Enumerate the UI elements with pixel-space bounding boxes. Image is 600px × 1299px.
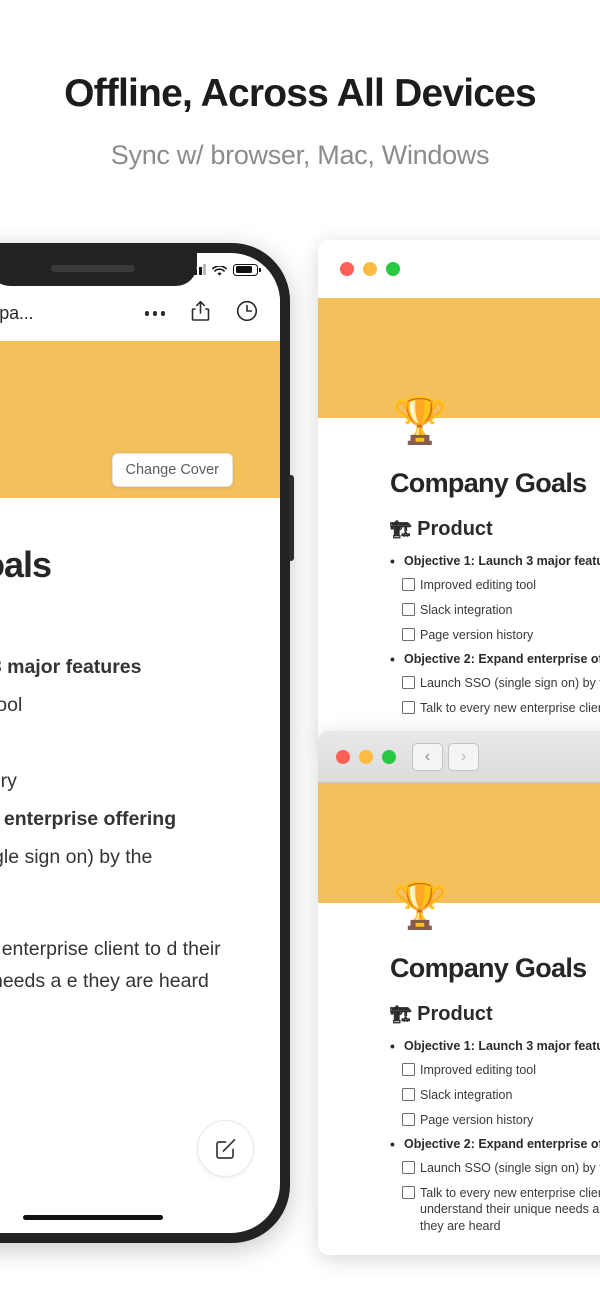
- mac-doc-title: Company Goals: [390, 468, 587, 498]
- mac-document: Company Goals 🏗 Product Objective 1: Lau…: [318, 903, 600, 1235]
- list-item[interactable]: e year: [0, 876, 258, 914]
- checkbox-item[interactable]: Page version history: [402, 1112, 600, 1129]
- list-item[interactable]: ion history: [0, 762, 258, 800]
- mac-doc-list: Objective 1: Launch 3 major features Imp…: [390, 553, 600, 717]
- construction-icon: 🏗: [390, 1005, 412, 1024]
- hero-section: Offline, Across All Devices Sync w/ brow…: [0, 0, 600, 171]
- back-button[interactable]: ‹: [412, 742, 443, 771]
- mac-doc-section: 🏗 Product: [390, 1003, 600, 1026]
- minimize-button[interactable]: [363, 262, 377, 276]
- ellipsis-icon[interactable]: [144, 311, 165, 316]
- list-item[interactable]: Expand enterprise offering: [0, 800, 258, 838]
- page-title: Offline, Across All Devices: [64, 72, 537, 115]
- clock-icon[interactable]: [236, 300, 258, 327]
- checkbox-item[interactable]: Launch SSO (single sign on) by the end o…: [402, 1160, 600, 1177]
- trophy-icon: 🏆: [392, 395, 449, 446]
- mac-doc-title: Company Goals: [390, 953, 587, 983]
- phone-page-title: Compa...: [0, 303, 34, 323]
- list-item[interactable]: editing tool: [0, 686, 258, 724]
- mac-document: Company Goals 🏗 Product Objective 1: Lau…: [318, 418, 600, 716]
- page-subtitle: Sync w/ browser, Mac, Windows: [110, 139, 490, 170]
- checkbox-item[interactable]: Talk to every new enterprise client to u…: [402, 1185, 600, 1236]
- list-item[interactable]: Objective 1: Launch 3 major features: [390, 553, 600, 569]
- mac-window-back: 🏆 Company Goals 🏗 Product Objective 1: L…: [318, 240, 600, 740]
- wifi-icon: [212, 264, 227, 276]
- mac-doc-section: 🏗 Product: [390, 518, 600, 541]
- traffic-lights: [336, 749, 396, 764]
- promo-page: Offline, Across All Devices Sync w/ brow…: [0, 0, 600, 1299]
- traffic-lights: [340, 262, 400, 276]
- close-button[interactable]: [336, 749, 350, 764]
- maximize-button[interactable]: [382, 749, 396, 764]
- phone-power-button[interactable]: [289, 475, 294, 561]
- mac-title-bar: [318, 240, 600, 298]
- mac-section-label: Product: [417, 518, 493, 540]
- list-item[interactable]: Objective 2: Expand enterprise offering: [390, 651, 600, 667]
- list-item[interactable]: Objective 1: Launch 3 major features: [390, 1038, 600, 1054]
- change-cover-button[interactable]: Change Cover: [111, 453, 233, 487]
- phone-notch: [0, 253, 197, 286]
- phone-screen: 🏆 Compa...: [0, 253, 280, 1233]
- list-item[interactable]: Objective 2: Expand enterprise offering: [390, 1136, 600, 1152]
- maximize-button[interactable]: [386, 262, 400, 276]
- checkbox-item[interactable]: Slack integration: [402, 602, 600, 619]
- forward-button[interactable]: ›: [448, 742, 479, 771]
- notch-speaker: [51, 265, 135, 272]
- home-indicator: [23, 1215, 163, 1220]
- battery-icon: [233, 263, 261, 276]
- phone-toolbar-icons: [144, 300, 259, 327]
- close-button[interactable]: [340, 262, 354, 276]
- checkbox-item[interactable]: Improved editing tool: [402, 1062, 600, 1079]
- mac-cover-image: 🏆: [318, 783, 600, 928]
- trophy-icon: 🏆: [392, 880, 449, 931]
- mac-doc-list: Objective 1: Launch 3 major features Imp…: [390, 1038, 600, 1236]
- phone-toolbar: 🏆 Compa...: [0, 286, 280, 341]
- checkbox-item[interactable]: Talk to every new enterprise client to u…: [402, 700, 600, 717]
- list-item[interactable]: ery new enterprise client to d their uni…: [0, 933, 258, 997]
- mac-toolbar: ‹ ›: [318, 731, 600, 783]
- construction-icon: 🏗: [390, 520, 412, 539]
- share-icon[interactable]: [191, 300, 210, 327]
- phone-doc-list: aunch 3 major features editing tool grat…: [0, 648, 258, 997]
- nav-buttons: ‹ ›: [412, 742, 479, 771]
- checkbox-item[interactable]: Launch SSO (single sign on) by the end o…: [402, 675, 600, 692]
- list-item[interactable]: gration: [0, 724, 258, 762]
- checkbox-item[interactable]: Page version history: [402, 627, 600, 644]
- mac-cover-image: 🏆: [318, 298, 600, 443]
- list-item[interactable]: SO (single sign on) by the: [0, 838, 258, 876]
- checkbox-item[interactable]: Improved editing tool: [402, 577, 600, 594]
- list-item[interactable]: aunch 3 major features: [0, 648, 258, 686]
- phone-document: y Goals aunch 3 major features editing t…: [0, 498, 280, 997]
- mac-window-front: ‹ › 🏆 Company Goals 🏗 Product Objective …: [318, 731, 600, 1255]
- phone-mockup: 🏆 Compa...: [0, 243, 294, 1243]
- compose-edit-icon[interactable]: [197, 1120, 254, 1177]
- phone-cover-image: Change Cover: [0, 341, 280, 498]
- checkbox-item[interactable]: Slack integration: [402, 1087, 600, 1104]
- phone-doc-title: y Goals: [0, 544, 52, 585]
- mac-section-label: Product: [417, 1003, 493, 1025]
- minimize-button[interactable]: [359, 749, 373, 764]
